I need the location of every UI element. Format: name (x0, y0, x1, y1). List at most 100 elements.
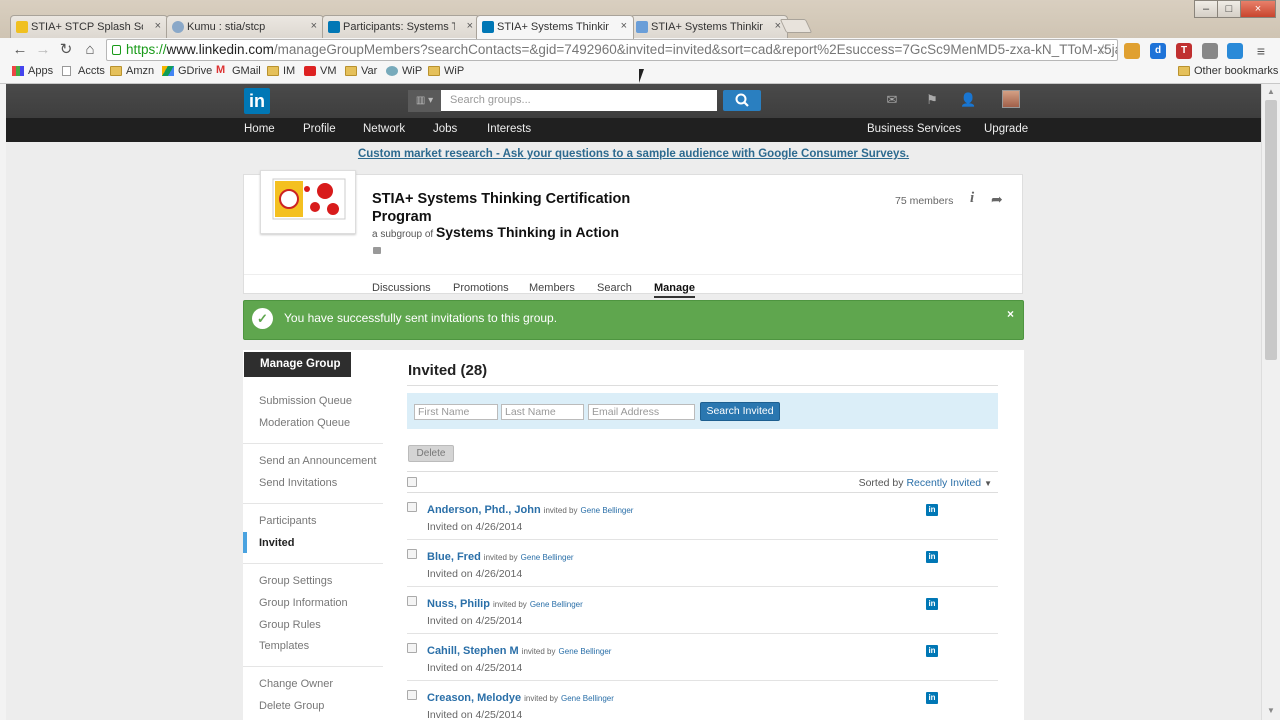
close-tab-icon[interactable]: × (155, 20, 161, 32)
sidebar-item-invited[interactable]: Invited (259, 537, 294, 549)
close-tab-icon[interactable]: × (467, 20, 473, 32)
forward-arrow-icon[interactable]: → (33, 40, 53, 60)
nav-profile[interactable]: Profile (303, 123, 336, 135)
search-type-dropdown[interactable]: ▥ ▾ (408, 90, 441, 112)
add-connection-icon[interactable]: 👤 (960, 93, 976, 107)
bookmark-var[interactable]: Var (345, 65, 377, 77)
sidebar-item-delete-group[interactable]: Delete Group (259, 700, 324, 712)
nav-business-services[interactable]: Business Services (867, 123, 961, 135)
bookmark-star-icon[interactable]: ☆ (1097, 41, 1110, 58)
bookmark-apps[interactable]: Apps (12, 65, 53, 77)
linkedin-profile-icon[interactable]: in (926, 645, 938, 657)
close-alert-icon[interactable]: × (1007, 307, 1014, 321)
extension-tv-icon[interactable]: T (1176, 43, 1192, 59)
member-name-link[interactable]: Blue, Fred (427, 551, 481, 563)
reload-icon[interactable]: ↻ (56, 40, 76, 60)
sidebar-item-group-settings[interactable]: Group Settings (259, 575, 332, 587)
info-icon[interactable]: i (970, 190, 974, 207)
member-name-link[interactable]: Creason, Melodye (427, 692, 521, 704)
avatar[interactable] (1002, 90, 1020, 108)
member-name-link[interactable]: Nuss, Philip (427, 598, 490, 610)
browser-tab-3[interactable]: Participants: Systems Thi × (322, 15, 480, 39)
scroll-up-icon[interactable]: ▲ (1267, 87, 1275, 96)
tab-promotions[interactable]: Promotions (453, 282, 509, 294)
bookmark-accts[interactable]: Accts (62, 65, 105, 77)
close-tab-icon[interactable]: × (775, 20, 781, 32)
search-input[interactable]: Search groups... (441, 90, 717, 111)
browser-tab-5[interactable]: STIA+ Systems Thinking C × (630, 15, 788, 39)
tab-members[interactable]: Members (529, 282, 575, 294)
bookmark-vm[interactable]: VM (304, 65, 337, 77)
nav-interests[interactable]: Interests (487, 123, 531, 135)
email-field[interactable]: Email Address (588, 404, 695, 420)
group-logo[interactable] (260, 170, 356, 234)
row-checkbox[interactable] (407, 643, 417, 653)
flag-icon[interactable]: ⚑ (924, 93, 940, 107)
promo-link[interactable]: Custom market research - Ask your questi… (6, 148, 1261, 160)
tab-manage[interactable]: Manage (654, 282, 695, 298)
member-count[interactable]: 75 members (895, 195, 953, 207)
scroll-down-icon[interactable]: ▼ (1267, 706, 1275, 715)
bookmark-gmail[interactable]: M GMail (216, 64, 261, 77)
row-checkbox[interactable] (407, 690, 417, 700)
minimize-button[interactable]: – (1194, 0, 1218, 18)
member-name-link[interactable]: Cahill, Stephen M (427, 645, 519, 657)
linkedin-profile-icon[interactable]: in (926, 598, 938, 610)
sidebar-item-group-information[interactable]: Group Information (259, 597, 348, 609)
nav-network[interactable]: Network (363, 123, 405, 135)
sidebar-item-send-invitations[interactable]: Send Invitations (259, 477, 337, 489)
linkedin-profile-icon[interactable]: in (926, 692, 938, 704)
other-bookmarks[interactable]: Other bookmarks (1178, 65, 1278, 77)
row-checkbox[interactable] (407, 549, 417, 559)
bookmark-gdrive[interactable]: GDrive (162, 65, 212, 77)
inviter-link[interactable]: Gene Bellinger (561, 694, 614, 703)
parent-group-link[interactable]: Systems Thinking in Action (436, 224, 619, 240)
close-tab-icon[interactable]: × (621, 20, 627, 32)
browser-tab-1[interactable]: STIA+ STCP Splash Scree × (10, 15, 168, 39)
sidebar-item-participants[interactable]: Participants (259, 515, 316, 527)
sidebar-item-submission-queue[interactable]: Submission Queue (259, 395, 352, 407)
first-name-field[interactable]: First Name (414, 404, 498, 420)
nav-home[interactable]: Home (244, 123, 275, 135)
inviter-link[interactable]: Gene Bellinger (521, 553, 574, 562)
address-bar[interactable]: https://www.linkedin.com/manageGroupMemb… (106, 39, 1118, 61)
maximize-button[interactable]: □ (1217, 0, 1241, 18)
linkedin-profile-icon[interactable]: in (926, 551, 938, 563)
tab-search[interactable]: Search (597, 282, 632, 294)
browser-tab-4-active[interactable]: STIA+ Systems Thinking C × (476, 15, 634, 39)
nav-jobs[interactable]: Jobs (433, 123, 457, 135)
sidebar-item-templates[interactable]: Templates (259, 640, 309, 652)
select-all-checkbox[interactable] (407, 477, 417, 487)
extension-pen-icon[interactable] (1202, 43, 1218, 59)
inviter-link[interactable]: Gene Bellinger (530, 600, 583, 609)
linkedin-profile-icon[interactable]: in (926, 504, 938, 516)
extension-sync-icon[interactable] (1227, 43, 1243, 59)
bookmark-wip-2[interactable]: WiP (428, 65, 464, 77)
bookmark-im[interactable]: IM (267, 65, 295, 77)
sidebar-item-moderation-queue[interactable]: Moderation Queue (259, 417, 350, 429)
messages-icon[interactable]: ✉ (884, 93, 900, 107)
sidebar-item-change-owner[interactable]: Change Owner (259, 678, 333, 690)
close-tab-icon[interactable]: × (311, 20, 317, 32)
bookmark-wip-1[interactable]: WiP (386, 65, 422, 77)
member-name-link[interactable]: Anderson, Phd., John (427, 504, 541, 516)
home-icon[interactable]: ⌂ (80, 40, 100, 60)
row-checkbox[interactable] (407, 596, 417, 606)
menu-icon[interactable]: ≡ (1253, 43, 1269, 59)
scrollbar-thumb[interactable] (1265, 100, 1277, 360)
new-tab-button[interactable] (779, 19, 813, 33)
row-checkbox[interactable] (407, 502, 417, 512)
inviter-link[interactable]: Gene Bellinger (559, 647, 612, 656)
tab-discussions[interactable]: Discussions (372, 282, 431, 294)
browser-tab-2[interactable]: Kumu : stia/stcp × (166, 15, 324, 39)
sidebar-item-send-announcement[interactable]: Send an Announcement (259, 455, 376, 467)
inviter-link[interactable]: Gene Bellinger (581, 506, 634, 515)
close-window-button[interactable]: × (1240, 0, 1276, 18)
search-button[interactable] (723, 90, 761, 111)
back-arrow-icon[interactable]: ← (10, 40, 30, 60)
search-invited-button[interactable]: Search Invited (700, 402, 780, 421)
sidebar-item-group-rules[interactable]: Group Rules (259, 619, 321, 631)
sort-control[interactable]: Sorted by Recently Invited ▼ (859, 477, 992, 489)
delete-button[interactable]: Delete (408, 445, 454, 462)
extension-d-icon[interactable]: d (1150, 43, 1166, 59)
